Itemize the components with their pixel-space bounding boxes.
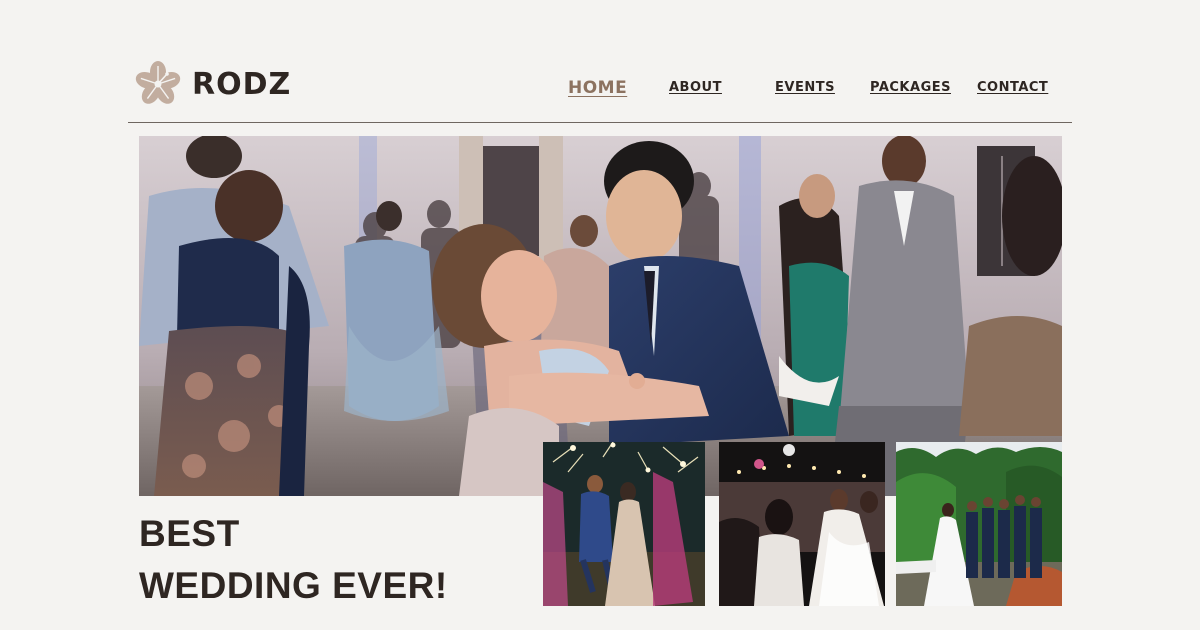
hero-headline-line2: WEDDING EVER! [139,565,448,606]
hero-headline-line1: BEST [139,513,240,554]
hero-headline: BEST WEDDING EVER! [139,508,448,612]
main-navigation: HOME ABOUT EVENTS PACKAGES CONTACT [0,78,1200,108]
nav-packages-link[interactable]: PACKAGES [870,80,951,95]
gallery-thumbnail-dance[interactable] [719,442,885,606]
header-divider [128,122,1072,123]
couple-walking-through-sparklers-photo [543,442,705,606]
nav-events-link[interactable]: EVENTS [775,80,835,95]
bride-with-groomsmen-outdoors-photo [896,442,1062,606]
bride-dancing-with-guests-photo [719,442,885,606]
gallery-thumbnail-sparklers[interactable] [543,442,705,606]
gallery-thumbnail-outdoors[interactable] [896,442,1062,606]
nav-about-link[interactable]: ABOUT [669,80,722,95]
nav-contact-link[interactable]: CONTACT [977,80,1048,95]
nav-home-link[interactable]: HOME [568,78,627,98]
